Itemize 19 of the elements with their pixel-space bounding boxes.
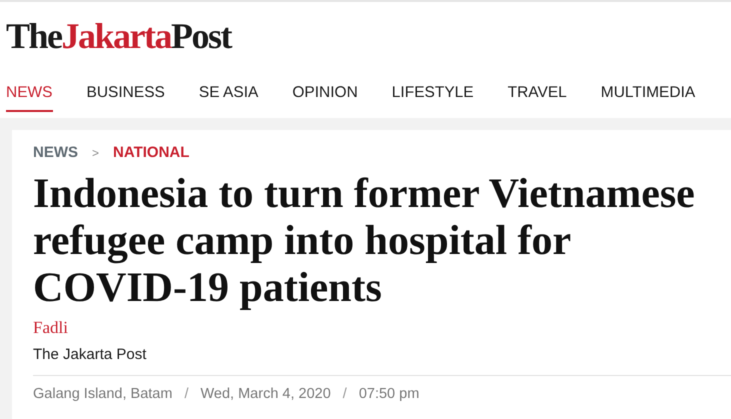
meta-separator: /: [183, 386, 190, 402]
source-text: The Jakarta Post: [33, 346, 148, 363]
nav-link[interactable]: SE ASIA: [198, 84, 258, 112]
headline: Indonesia to turn former Vietnamese refugee camp into hospital for COVID-19 patients: [33, 171, 696, 312]
breadcrumb-link[interactable]: NEWS: [33, 144, 78, 161]
meta-separator: /: [342, 386, 348, 402]
breadcrumb-separator: >: [92, 146, 100, 160]
breadcrumb-link[interactable]: NATIONAL: [113, 144, 190, 161]
nav-link[interactable]: LIFESTYLE: [392, 84, 474, 112]
nav-link[interactable]: MULTIMEDIA: [600, 84, 696, 112]
nav-link[interactable]: OPINION: [292, 84, 358, 112]
meta-text: 07:50 pm: [358, 386, 420, 402]
author-link[interactable]: Fadli: [33, 318, 68, 338]
meta-text: Galang Island, Batam: [33, 386, 172, 402]
nav-link[interactable]: NEWS: [6, 84, 52, 112]
meta-text: Wed, March 4, 2020: [200, 386, 331, 402]
nav-link[interactable]: TRAVEL: [508, 84, 567, 112]
nav-link[interactable]: BUSINESS: [86, 84, 165, 112]
logo[interactable]: TheJakartaPost: [6, 18, 232, 54]
